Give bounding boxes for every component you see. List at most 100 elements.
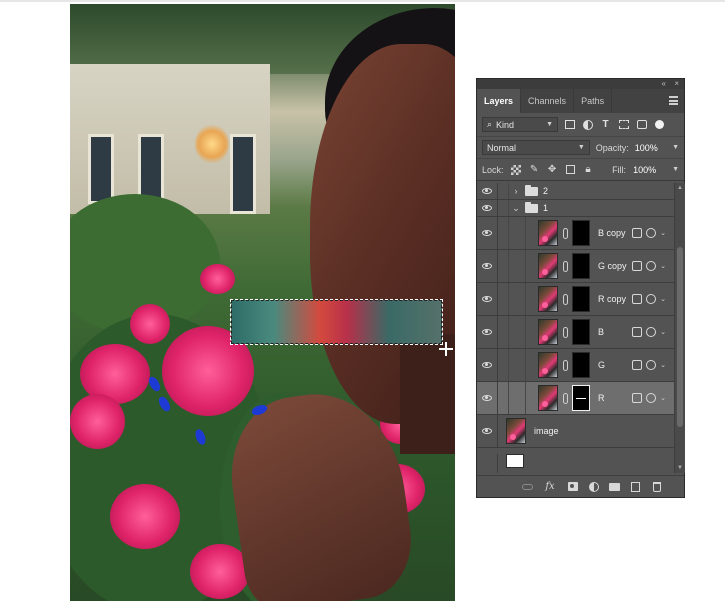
chevron-down-icon[interactable]: ⌄ [660,361,666,369]
scroll-up-icon[interactable]: ▲ [677,185,683,191]
layer-badges: ⌄ [632,261,666,271]
add-mask-icon[interactable] [567,481,578,492]
smart-filter-badge-icon [646,327,657,337]
panel-menu-icon[interactable] [669,96,678,105]
layer-group-2[interactable]: › 2 [477,183,674,200]
visibility-eye-icon[interactable] [477,362,497,368]
layer-b[interactable]: B ⌄ [477,316,674,349]
panel-tabs: Layers Channels Paths [477,89,684,113]
shape-filter-icon[interactable] [617,118,630,131]
adjustment-filter-icon[interactable] [581,118,594,131]
layer-r[interactable]: R ⌄ [477,382,674,415]
layer-thumbnail[interactable] [538,319,558,345]
chevron-down-icon[interactable]: ⌄ [660,394,666,402]
workspace: « × Layers Channels Paths ⌕ Kind ▼ T Nor… [0,0,725,605]
chevron-down-icon[interactable]: ⌄ [660,295,666,303]
layer-mask-thumbnail[interactable] [572,253,590,279]
mask-link-icon[interactable] [560,325,570,339]
visibility-eye-icon[interactable] [477,329,497,335]
visibility-eye-icon[interactable] [477,188,497,194]
fill-label: Fill: [612,164,627,175]
chevron-down-icon[interactable]: ▼ [672,166,679,173]
mask-link-icon[interactable] [560,226,570,240]
mask-link-icon[interactable] [560,259,570,273]
scroll-down-icon[interactable]: ▼ [677,465,683,471]
layer-thumbnail[interactable] [538,385,558,411]
layer-name: R [598,393,605,403]
layer-group-1[interactable]: ⌄ 1 [477,200,674,217]
kind-filter-select[interactable]: ⌕ Kind ▼ [482,117,558,132]
fx-icon[interactable]: fx [543,481,557,492]
fill-input[interactable]: 100% [633,165,665,175]
tab-layers[interactable]: Layers [477,89,522,113]
smart-filter-badge-icon [646,360,657,370]
lock-artboard-icon[interactable] [565,164,576,175]
pink-flower [70,394,125,449]
layer-mask-thumbnail[interactable] [572,220,590,246]
visibility-eye-icon[interactable] [477,296,497,302]
opacity-input[interactable]: 100% [635,143,666,153]
layers-scrollbar[interactable]: ▲ ▼ [674,183,685,473]
chevron-down-icon[interactable]: ⌄ [660,229,666,237]
type-filter-icon[interactable]: T [599,118,612,131]
layer-name: G copy [598,261,627,271]
lock-image-pixels-icon[interactable]: ✎ [529,164,540,175]
visibility-eye-icon[interactable] [477,230,497,236]
visibility-eye-icon[interactable] [477,428,497,434]
marquee-selection[interactable] [230,299,443,345]
blend-mode-select[interactable]: Normal ▼ [482,140,590,155]
visibility-eye-icon[interactable] [477,395,497,401]
layer-thumbnail[interactable] [506,454,524,468]
pink-flower [200,264,235,294]
pink-flower [130,304,170,344]
collapse-panel-icon[interactable]: « [662,79,666,89]
layer-mask-thumbnail[interactable] [572,352,590,378]
delete-layer-icon[interactable] [651,481,662,492]
lock-label: Lock: [482,164,504,175]
smart-object-filter-icon[interactable] [635,118,648,131]
filter-toggle-icon[interactable] [653,118,666,131]
mask-link-icon[interactable] [560,358,570,372]
image-filter-icon[interactable] [563,118,576,131]
mask-link-icon[interactable] [560,292,570,306]
layer-mask-thumbnail[interactable] [572,385,590,411]
layer-thumbnail[interactable] [538,220,558,246]
smart-filter-badge-icon [646,261,657,271]
tab-paths[interactable]: Paths [574,89,613,113]
layer-thumbnail[interactable] [506,418,526,444]
layer-g[interactable]: G ⌄ [477,349,674,382]
layer-thumbnail[interactable] [538,253,558,279]
new-layer-icon[interactable] [630,481,641,492]
visibility-eye-icon[interactable] [477,263,497,269]
layer-thumbnail[interactable] [538,352,558,378]
chevron-down-icon[interactable]: ▼ [672,144,679,151]
mask-link-icon[interactable] [560,391,570,405]
layer-mask-thumbnail[interactable] [572,319,590,345]
layer-b-copy[interactable]: B copy ⌄ [477,217,674,250]
adjustment-layer-icon[interactable] [588,481,599,492]
visibility-eye-icon[interactable] [477,205,497,211]
folder-icon [525,201,538,213]
close-panel-icon[interactable]: × [674,79,679,89]
blend-row: Normal ▼ Opacity: 100% ▼ [477,137,684,159]
smart-filter-badge-icon [646,228,657,238]
document-canvas[interactable] [70,4,455,601]
layer-g-copy[interactable]: G copy ⌄ [477,250,674,283]
lock-position-icon[interactable]: ✥ [547,164,558,175]
link-layers-icon[interactable] [522,481,533,492]
smart-object-badge-icon [632,393,643,403]
chevron-down-icon[interactable]: ⌄ [511,203,521,214]
layer-thumbnail[interactable] [538,286,558,312]
layer-image[interactable]: image [477,415,674,448]
layer-r-copy[interactable]: R copy ⌄ [477,283,674,316]
chevron-down-icon[interactable]: ⌄ [660,328,666,336]
lock-all-icon[interactable]: 🔒︎ [583,164,594,175]
chevron-right-icon[interactable]: › [511,186,521,196]
layer-background[interactable] [477,448,674,473]
lock-transparent-pixels-icon[interactable] [511,164,522,175]
scrollbar-thumb[interactable] [677,247,683,427]
layer-mask-thumbnail[interactable] [572,286,590,312]
new-group-icon[interactable] [609,481,620,492]
chevron-down-icon[interactable]: ⌄ [660,262,666,270]
tab-channels[interactable]: Channels [521,89,575,113]
